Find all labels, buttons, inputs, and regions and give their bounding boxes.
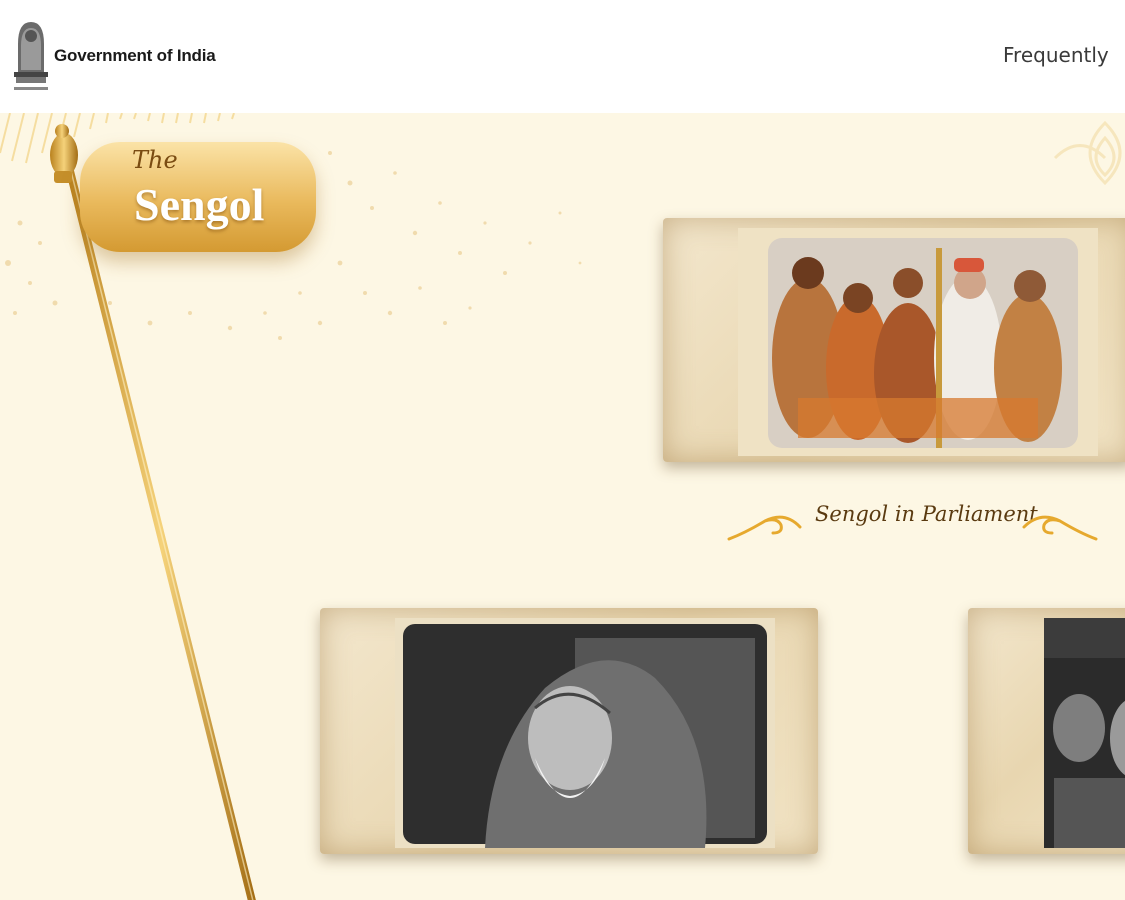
lotus-ornament-icon <box>1053 120 1122 186</box>
hero-section: The Sengol Sengol in Parliament <box>0 113 1125 900</box>
national-emblem-logo[interactable] <box>8 14 54 96</box>
right-swirl-ornament-icon <box>1022 515 1098 541</box>
site-header: Government of India Frequently <box>0 0 1125 113</box>
historic-bw-photo <box>1044 618 1125 848</box>
sengol-title-badge: The Sengol <box>80 142 316 252</box>
card-historic-photo[interactable] <box>968 608 1125 854</box>
government-label[interactable]: Government of India <box>54 46 216 66</box>
caption-sengol-in-parliament[interactable]: Sengol in Parliament <box>815 502 1038 526</box>
badge-sengol-label: Sengol <box>134 179 265 230</box>
card-saint-portrait[interactable] <box>320 608 818 854</box>
elderly-saint-portrait <box>395 618 775 848</box>
sengol-handover-photo <box>738 228 1098 456</box>
card-sengol-in-parliament[interactable] <box>663 218 1125 462</box>
left-swirl-ornament-icon <box>727 515 802 541</box>
nav-link-faq[interactable]: Frequently <box>1003 43 1109 67</box>
badge-the-label: The <box>132 146 178 174</box>
